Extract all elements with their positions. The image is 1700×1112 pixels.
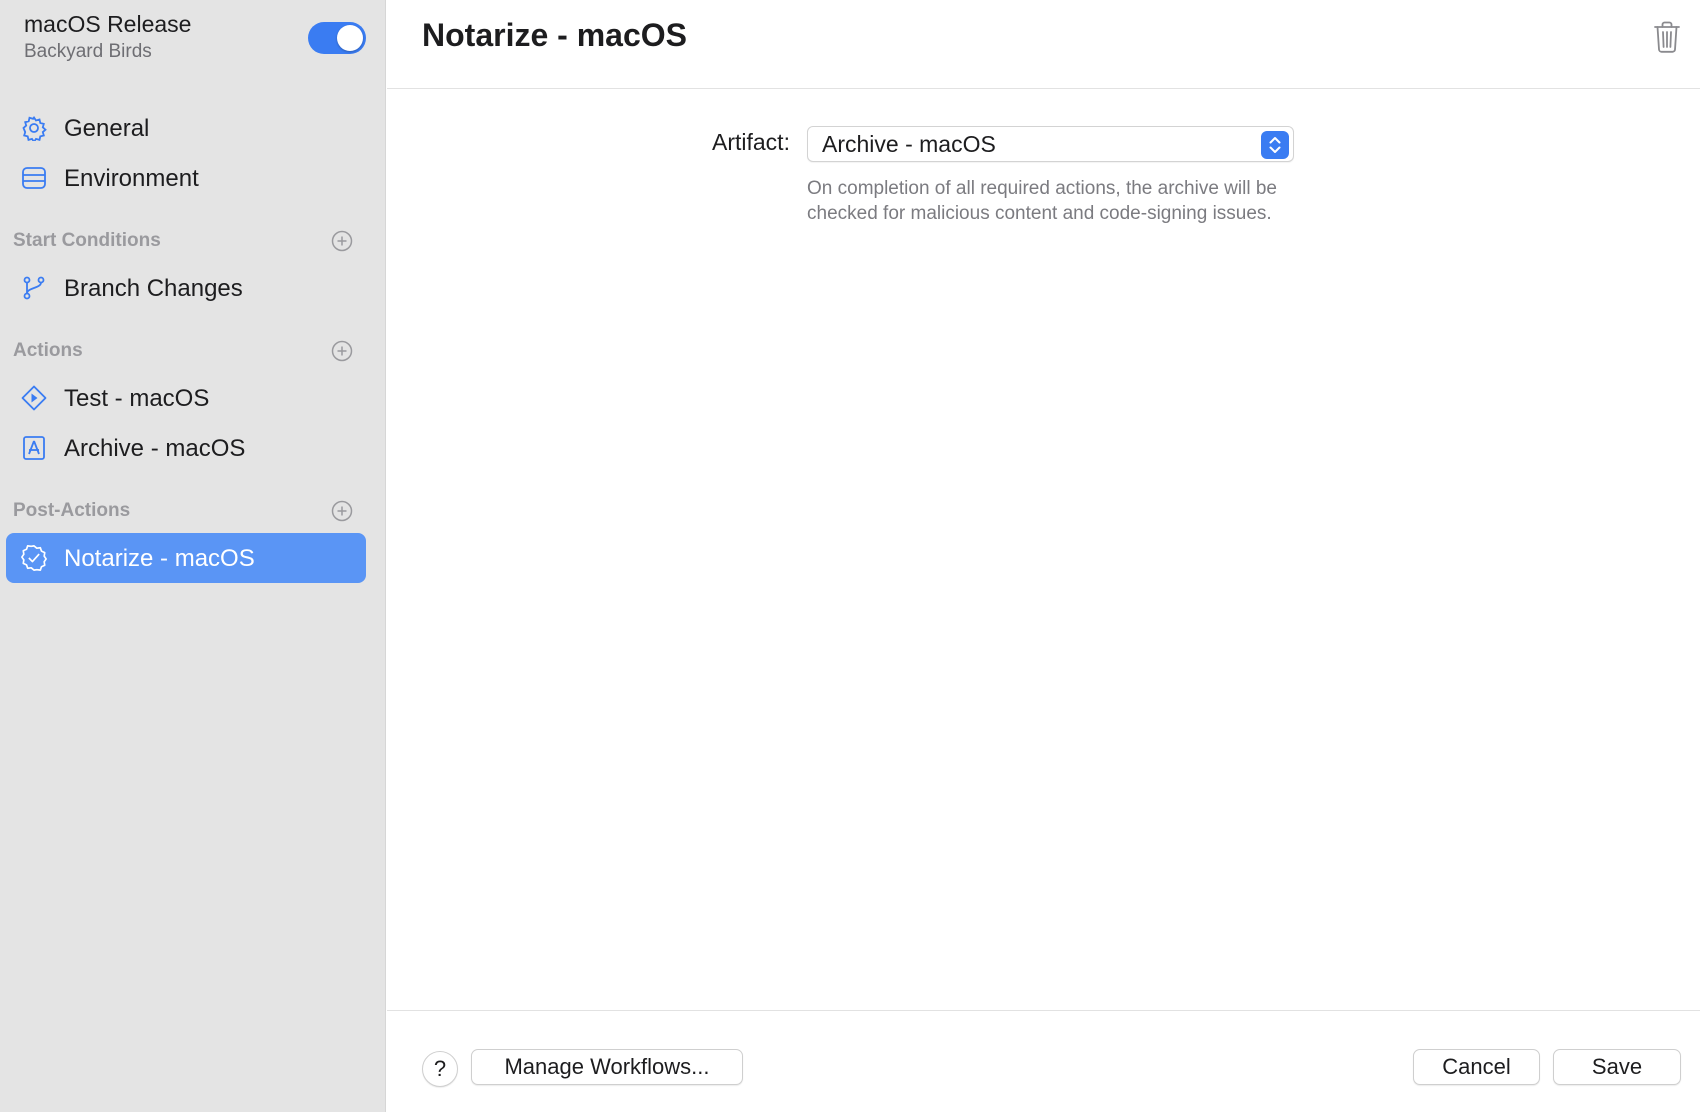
delete-button[interactable] [1652, 20, 1682, 54]
artifact-help-text: On completion of all required actions, t… [807, 178, 1277, 224]
main-panel: Notarize - macOS Artifact: Archive - mac… [387, 0, 1700, 1112]
section-header-post-actions: Post-Actions [13, 500, 131, 521]
footer-divider [387, 1010, 1700, 1011]
branch-icon [20, 274, 48, 302]
product-name: Backyard Birds [24, 41, 152, 62]
sidebar-item-label: Branch Changes [64, 275, 243, 302]
plus-circle-icon [331, 230, 353, 252]
plus-circle-icon [331, 340, 353, 362]
sidebar-item-label: Notarize - macOS [64, 545, 255, 572]
add-action-button[interactable] [331, 340, 353, 362]
gear-icon [20, 114, 48, 142]
plus-circle-icon [331, 500, 353, 522]
add-post-action-button[interactable] [331, 500, 353, 522]
sidebar-item-label: Test - macOS [64, 385, 210, 412]
toggle-knob [337, 25, 363, 51]
artifact-label: Artifact: [712, 129, 790, 155]
add-start-condition-button[interactable] [331, 230, 353, 252]
sidebar-item-notarize[interactable]: Notarize - macOS [6, 533, 366, 583]
sidebar-item-environment[interactable]: Environment [6, 153, 366, 203]
sidebar: macOS Release Backyard Birds General Env… [0, 0, 386, 1112]
play-diamond-icon [20, 384, 48, 412]
up-down-chevron-icon [1261, 131, 1289, 159]
workflow-enabled-toggle[interactable] [308, 22, 366, 54]
sidebar-item-archive[interactable]: Archive - macOS [6, 423, 366, 473]
page-title: Notarize - macOS [422, 17, 687, 53]
sidebar-item-label: General [64, 115, 150, 142]
sidebar-item-branch-changes[interactable]: Branch Changes [6, 263, 366, 313]
cancel-button[interactable]: Cancel [1413, 1049, 1540, 1085]
section-header-actions: Actions [13, 340, 83, 361]
help-button[interactable]: ? [422, 1051, 458, 1087]
artifact-value: Archive - macOS [822, 131, 996, 157]
sidebar-item-test[interactable]: Test - macOS [6, 373, 366, 423]
app-store-document-icon [20, 434, 48, 462]
checkmark-seal-icon [20, 544, 48, 572]
trash-icon [1654, 21, 1680, 53]
manage-workflows-button[interactable]: Manage Workflows... [471, 1049, 743, 1085]
header-divider [387, 88, 1700, 89]
section-header-start-conditions: Start Conditions [13, 230, 161, 251]
artifact-popup[interactable]: Archive - macOS [807, 126, 1294, 162]
workflow-name: macOS Release [24, 11, 192, 37]
sidebar-item-general[interactable]: General [6, 103, 366, 153]
sidebar-item-label: Archive - macOS [64, 435, 246, 462]
server-icon [20, 164, 48, 192]
save-button[interactable]: Save [1553, 1049, 1681, 1085]
sidebar-item-label: Environment [64, 165, 199, 192]
